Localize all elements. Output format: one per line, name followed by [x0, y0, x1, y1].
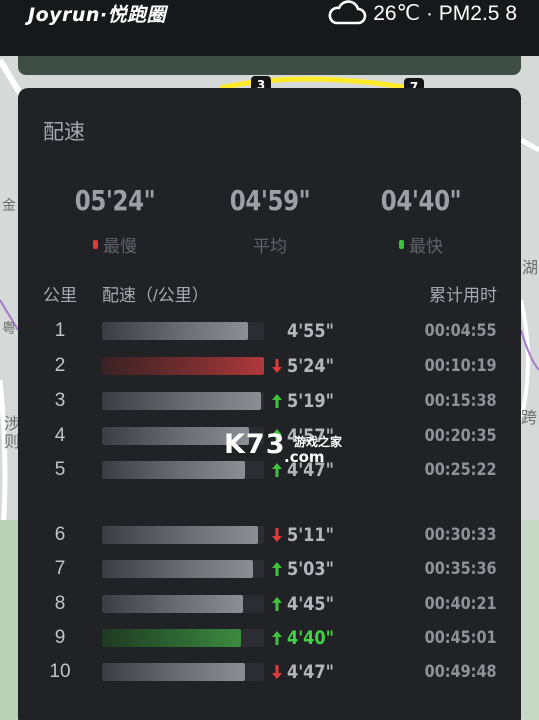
arrow-up-icon — [272, 562, 282, 576]
km-number: 9 — [54, 627, 66, 648]
pace-panel: 配速 05'24" 最慢 04'59" 平均 04'40" 最快 公里 配速（/… — [18, 88, 521, 720]
pace-bar — [102, 357, 264, 375]
stat-value: 05'24" — [74, 184, 156, 217]
km-number: 4 — [54, 425, 66, 446]
pace-bar-fill — [102, 357, 264, 375]
top-bar: Joyrun·悦跑圈 26℃ · PM2.5 8 — [0, 0, 539, 56]
table-row: 6 5'11" 00:30:33 — [18, 522, 521, 548]
stat-label: 平均 — [253, 237, 287, 256]
stat-value: 04'40" — [380, 184, 462, 217]
pace-bar-fill — [102, 322, 248, 340]
stat-slowest: 05'24" 最慢 — [40, 184, 190, 257]
cumulative-time: 00:35:36 — [425, 559, 497, 579]
cumulative-time: 00:49:48 — [425, 662, 497, 682]
table-row: 3 5'19" 00:15:38 — [18, 388, 521, 414]
slow-indicator-dot — [93, 240, 98, 249]
cumulative-time: 00:10:19 — [425, 356, 497, 376]
pace-bar — [102, 526, 264, 544]
table-row: 10 4'47" 00:49:48 — [18, 659, 521, 685]
map-label: 金 — [2, 197, 16, 213]
stat-fastest: 04'40" 最快 — [346, 184, 496, 257]
km-number: 3 — [54, 390, 66, 411]
cumulative-time: 00:40:21 — [425, 594, 497, 614]
column-header-km: 公里 — [43, 286, 77, 305]
arrow-up-icon — [272, 631, 282, 645]
map-label: 跨 — [521, 410, 538, 427]
column-header-cumulative: 累计用时 — [429, 286, 497, 305]
km-number: 1 — [54, 320, 66, 341]
pace-value: 5'19" — [287, 390, 335, 412]
pace-bar-fill — [102, 629, 242, 647]
map-label: 粤 — [2, 320, 16, 336]
pace-value: 4'47" — [287, 661, 335, 683]
pace-bar — [102, 322, 264, 340]
cumulative-time: 00:20:35 — [425, 426, 497, 446]
arrow-down-icon — [272, 528, 282, 542]
brand-logo: Joyrun·悦跑圈 — [28, 4, 167, 26]
table-row: 1 4'55" 00:04:55 — [18, 318, 521, 344]
pace-bar — [102, 663, 264, 681]
table-row: 7 5'03" 00:35:36 — [18, 556, 521, 582]
stat-value: 04'59" — [229, 184, 311, 217]
pace-value: 5'03" — [287, 558, 335, 580]
stat-label: 最慢 — [103, 237, 137, 256]
km-number: 8 — [54, 593, 66, 614]
cloud-icon — [325, 0, 367, 26]
watermark-domain: .com — [284, 448, 325, 466]
km-number: 5 — [54, 459, 66, 480]
arrow-down-icon — [272, 665, 282, 679]
arrow-down-icon — [272, 359, 282, 373]
panel-title: 配速 — [43, 121, 85, 144]
cumulative-time: 00:04:55 — [425, 321, 497, 341]
route-map-thumbnail[interactable] — [18, 56, 521, 75]
pace-value: 4'55" — [287, 320, 335, 342]
pace-value: 4'45" — [287, 593, 335, 615]
pace-value: 5'24" — [287, 355, 335, 377]
cumulative-time: 00:15:38 — [425, 391, 497, 411]
cumulative-time: 00:45:01 — [425, 628, 497, 648]
stat-label: 最快 — [409, 237, 443, 256]
km-number: 6 — [54, 524, 66, 545]
pace-value: 5'11" — [287, 524, 335, 546]
cumulative-time: 00:25:22 — [425, 460, 497, 480]
pace-bar — [102, 560, 264, 578]
weather-text: 26℃ · PM2.5 8 — [373, 1, 517, 25]
weather-info: 26℃ · PM2.5 8 — [325, 0, 517, 26]
pace-value: 4'40" — [287, 627, 335, 649]
pace-bar — [102, 595, 264, 613]
stat-average: 04'59" 平均 — [195, 184, 345, 257]
table-row: 8 4'45" 00:40:21 — [18, 591, 521, 617]
column-header-pace: 配速（/公里） — [102, 286, 209, 305]
fast-indicator-dot — [399, 240, 404, 249]
table-row: 9 4'40" 00:45:01 — [18, 625, 521, 651]
pace-bar-fill — [102, 392, 261, 410]
km-number: 7 — [54, 558, 66, 579]
pace-bar-fill — [102, 560, 253, 578]
km-number: 10 — [49, 661, 71, 682]
watermark: K73 游戏之家 .com — [224, 429, 354, 471]
cumulative-time: 00:30:33 — [425, 525, 497, 545]
pace-bar-fill — [102, 526, 258, 544]
km-number: 2 — [54, 355, 66, 376]
pace-bar-fill — [102, 595, 243, 613]
table-row: 2 5'24" 00:10:19 — [18, 353, 521, 379]
pace-bar-fill — [102, 663, 245, 681]
arrow-up-icon — [272, 394, 282, 408]
pace-bar — [102, 392, 264, 410]
map-label: 湖 — [522, 260, 539, 277]
pace-bar — [102, 629, 264, 647]
arrow-up-icon — [272, 597, 282, 611]
watermark-logo: K73 — [224, 429, 286, 460]
